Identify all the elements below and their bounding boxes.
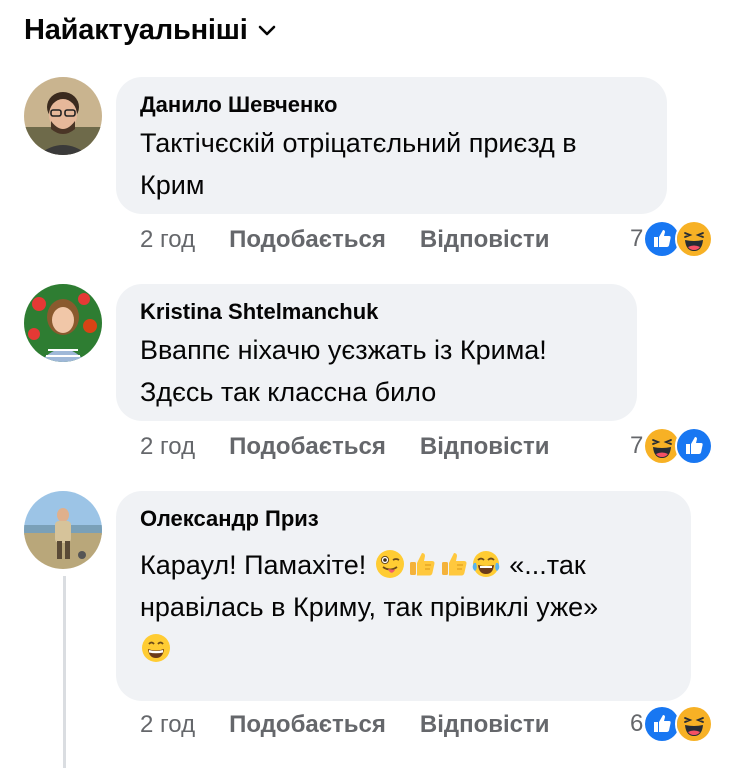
comment-author[interactable]: Kristina Shtelmanchuk [140, 299, 613, 325]
thumbs-up-emoji [439, 549, 469, 579]
comment-text: Тактічєскій отріцатєльний приєзд в Крим [140, 128, 577, 200]
comment-author[interactable]: Олександр Приз [140, 506, 667, 532]
reactions-summary[interactable]: 7 [630, 220, 714, 258]
avatar[interactable] [24, 491, 102, 569]
like-button[interactable]: Подобається [229, 711, 386, 739]
grinning-emoji [141, 633, 171, 663]
reactions-summary[interactable]: 6 [630, 705, 714, 743]
haha-icon [675, 705, 714, 743]
winking-tongue-emoji [375, 549, 405, 579]
comment-time[interactable]: 2 год [140, 711, 195, 739]
reactions-summary[interactable]: 7 [630, 427, 714, 465]
thumbs-up-emoji [407, 549, 437, 579]
thread-line [63, 576, 66, 768]
comment-bubble: Олександр Приз Караул! Памахіте! «...так… [116, 491, 691, 701]
tears-of-joy-emoji [471, 549, 501, 579]
comment-text: Вваппє ніхачю уєзжать із Крима! Здєсь та… [140, 335, 547, 407]
comment-actions: 2 год Подобається Відповісти [140, 433, 584, 461]
reply-button[interactable]: Відповісти [420, 433, 550, 461]
like-icon [675, 427, 714, 465]
sort-label: Найактуальніші [24, 14, 248, 46]
comment-actions: 2 год Подобається Відповісти [140, 711, 584, 739]
comment-bubble: Данило Шевченко Тактічєскій отріцатєльни… [116, 77, 667, 214]
reply-button[interactable]: Відповісти [420, 226, 550, 254]
reaction-count: 6 [630, 710, 644, 737]
comment-text: Караул! Памахіте! «...так нравілась в Кр… [140, 544, 667, 670]
comment-author[interactable]: Данило Шевченко [140, 92, 643, 118]
sort-dropdown[interactable]: Найактуальніші [24, 14, 276, 47]
reaction-count: 7 [630, 225, 644, 252]
comment-time[interactable]: 2 год [140, 226, 195, 254]
comment-time[interactable]: 2 год [140, 433, 195, 461]
avatar[interactable] [24, 77, 102, 155]
haha-icon [675, 220, 714, 258]
comment-bubble: Kristina Shtelmanchuk Вваппє ніхачю уєзж… [116, 284, 637, 421]
chevron-down-icon [258, 25, 275, 35]
like-button[interactable]: Подобається [229, 226, 386, 254]
like-button[interactable]: Подобається [229, 433, 386, 461]
comment-actions: 2 год Подобається Відповісти [140, 226, 584, 254]
reply-button[interactable]: Відповісти [420, 711, 550, 739]
reaction-count: 7 [630, 432, 644, 459]
avatar[interactable] [24, 284, 102, 362]
